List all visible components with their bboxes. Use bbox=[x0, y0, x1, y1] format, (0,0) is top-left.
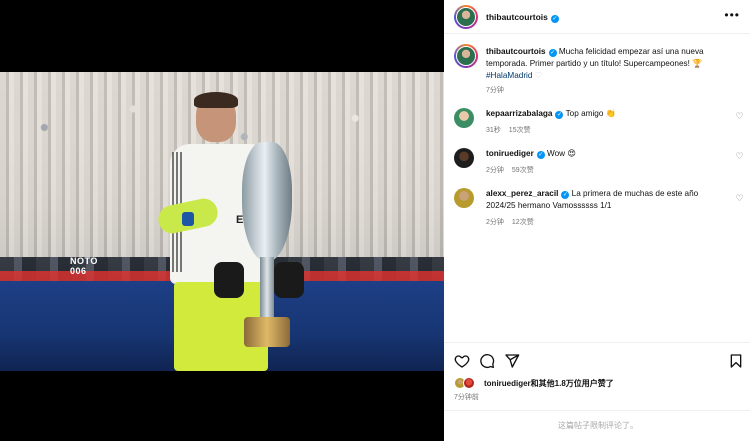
action-bar bbox=[444, 342, 750, 378]
post-photo[interactable]: NOTO006 EMI bbox=[0, 72, 444, 371]
liker-avatar bbox=[463, 377, 475, 389]
comment-icon[interactable] bbox=[479, 353, 495, 369]
share-icon[interactable] bbox=[504, 353, 520, 369]
comment-likes[interactable]: 12次赞 bbox=[512, 219, 534, 226]
bookmark-icon[interactable] bbox=[728, 353, 744, 369]
media-panel: NOTO006 EMI bbox=[0, 0, 444, 441]
trophy bbox=[238, 142, 296, 352]
verified-badge-icon: ✓ bbox=[561, 191, 570, 199]
comment-text: kepaarrizabalaga ✓ Top amigo 👏 bbox=[486, 109, 616, 119]
comment-text: alexx_perez_aracil ✓ La primera de muchas… bbox=[486, 189, 699, 210]
comment-heart-icon[interactable]: ♡ bbox=[735, 152, 744, 161]
comment-text: toniruediger ✓ Wow 😍 bbox=[486, 149, 576, 159]
author-username[interactable]: thibautcourtois ✓ bbox=[486, 12, 559, 23]
verified-badge-icon: ✓ bbox=[548, 49, 557, 57]
comment-heart-icon[interactable]: ♡ bbox=[735, 194, 744, 203]
goalkeeper-gloves bbox=[214, 262, 304, 302]
caption-username[interactable]: thibautcourtois bbox=[486, 47, 546, 56]
commenter-username[interactable]: alexx_perez_aracil bbox=[486, 189, 558, 198]
commenter-avatar[interactable] bbox=[454, 148, 474, 168]
commenter-avatar[interactable] bbox=[454, 108, 474, 128]
club-crest bbox=[182, 212, 194, 226]
author-avatar[interactable] bbox=[454, 5, 478, 29]
caption-heart-icon[interactable]: ♡ bbox=[535, 71, 542, 80]
comment-heart-icon[interactable]: ♡ bbox=[735, 112, 744, 121]
comment-meta: 2分钟 12次赞 bbox=[486, 219, 534, 226]
commenter-avatar[interactable] bbox=[454, 188, 474, 208]
hashtag-link[interactable]: #HalaMadrid bbox=[486, 71, 532, 80]
caption-author-avatar[interactable] bbox=[454, 44, 478, 68]
comment-meta: 2分钟 59次赞 bbox=[486, 167, 534, 174]
post-caption: thibautcourtois ✓ Mucha felicidad empezar… bbox=[486, 46, 741, 82]
verified-badge-icon: ✓ bbox=[536, 151, 545, 159]
verified-badge-icon: ✓ bbox=[550, 15, 559, 23]
commenter-username[interactable]: kepaarrizabalaga bbox=[486, 109, 552, 118]
comment-likes[interactable]: 15次赞 bbox=[509, 127, 531, 134]
comment-likes[interactable]: 59次赞 bbox=[512, 167, 534, 174]
more-options-icon[interactable]: ••• bbox=[724, 9, 740, 21]
commenter-username[interactable]: toniruediger bbox=[486, 149, 534, 158]
likes-text: toniruediger和其他1.8万位用户赞了 bbox=[484, 379, 614, 388]
verified-badge-icon: ✓ bbox=[555, 111, 564, 119]
post-timestamp: 7分钟前 bbox=[454, 394, 479, 401]
advertising-board-text: NOTO 006 bbox=[70, 256, 98, 276]
comments-restricted-notice: 这篇帖子限制评论了。 bbox=[444, 410, 750, 441]
post-header: thibautcourtois ✓ ••• bbox=[444, 0, 750, 34]
post-time: 7分钟 bbox=[486, 87, 504, 94]
comment-meta: 31秒 15次赞 bbox=[486, 127, 531, 134]
heart-icon[interactable] bbox=[454, 353, 470, 369]
post-side-panel: thibautcourtois ✓ ••• thibautcourtois ✓ Mu… bbox=[444, 0, 750, 441]
